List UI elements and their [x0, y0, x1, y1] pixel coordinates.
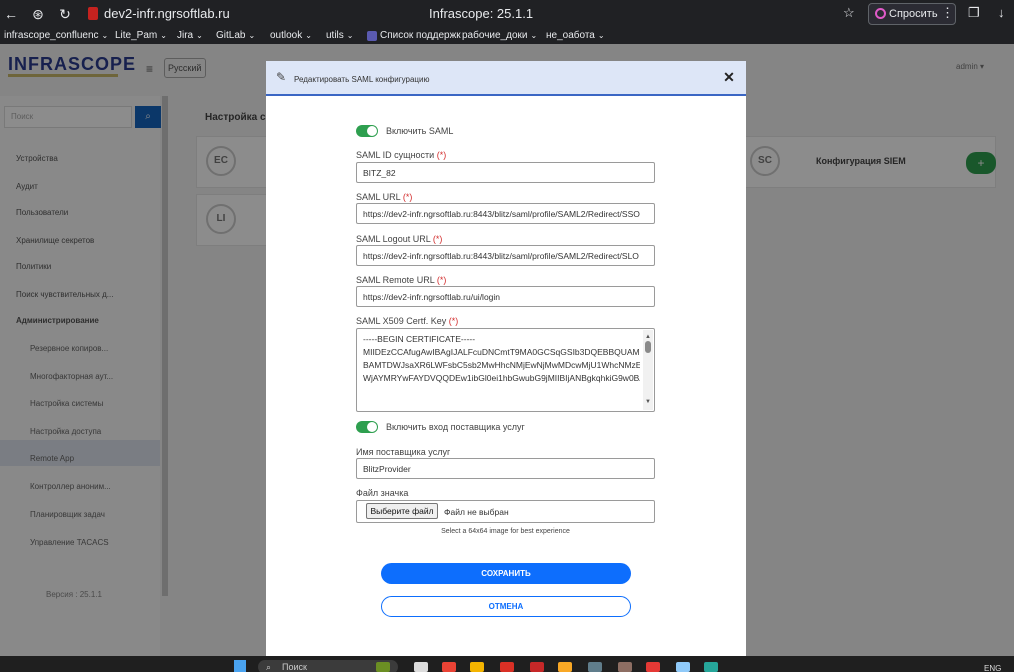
enable-saml-toggle[interactable] — [356, 125, 378, 137]
taskbar-search-label: Поиск — [282, 662, 307, 672]
cancel-button[interactable]: ОТМЕНА — [381, 596, 631, 617]
cert-line: BAMTDWJsaXR6LWFsbC5sb2MwHhcNMjEwNjMwMDcw… — [363, 360, 640, 370]
logout-url-input[interactable]: https://dev2-infr.ngrsoftlab.ru:8443/bli… — [356, 245, 655, 266]
language-indicator[interactable]: ENG — [984, 664, 1001, 672]
back-icon[interactable]: ← — [0, 4, 22, 24]
icon-file-label: Файл значка — [356, 488, 409, 498]
remote-url-input[interactable]: https://dev2-infr.ngrsoftlab.ru/ui/login — [356, 286, 655, 307]
enable-provider-label: Включить вход поставщика услуг — [386, 422, 525, 432]
taskview-icon[interactable] — [414, 662, 428, 672]
required-mark: (*) — [436, 275, 447, 285]
tabs-icon[interactable]: ❐ — [968, 5, 980, 21]
required-mark: (*) — [432, 234, 443, 244]
app-icon[interactable] — [500, 662, 514, 672]
bookmark-favicon-icon — [367, 31, 377, 41]
widgets-icon[interactable] — [376, 662, 390, 672]
enable-saml-label: Включить SAML — [386, 126, 454, 136]
assistant-icon — [875, 8, 886, 19]
bookmark-folder[interactable]: Jira ⌄ — [177, 30, 203, 41]
app-icon[interactable] — [646, 662, 660, 672]
file-status: Файл не выбран — [444, 507, 509, 517]
required-mark: (*) — [448, 316, 459, 326]
textarea-scrollbar[interactable]: ▲ ▼ — [643, 330, 653, 410]
cert-line: WjAYMRYwFAYDVQQDEw1ibGl0ei1hbGwubG9jMIIB… — [363, 373, 640, 383]
close-icon[interactable]: ✕ — [721, 69, 737, 85]
pencil-icon: ✎ — [276, 70, 287, 84]
saml-url-label: SAML URL (*) — [356, 192, 413, 202]
dialog-header: ✎ Редактировать SAML конфигурацию ✕ — [266, 61, 746, 96]
entity-id-label: SAML ID сущности (*) — [356, 150, 447, 160]
bookmark-folder[interactable]: utils ⌄ — [326, 30, 354, 41]
search-icon: ⌕ — [266, 662, 272, 672]
app-icon[interactable] — [530, 662, 544, 672]
taskbar: ⌕ Поиск ENG — [0, 656, 1014, 672]
dialog-title: Редактировать SAML конфигурацию — [294, 75, 430, 84]
saml-url-input[interactable]: https://dev2-infr.ngrsoftlab.ru:8443/bli… — [356, 203, 655, 224]
provider-name-label: Имя поставщика услуг — [356, 447, 451, 457]
app-icon[interactable] — [558, 662, 572, 672]
cert-line: -----BEGIN CERTIFICATE----- — [363, 334, 476, 344]
required-mark: (*) — [402, 192, 413, 202]
tab-title: Infrascope: 25.1.1 — [429, 6, 534, 21]
site-favicon-icon — [88, 7, 98, 20]
app-icon[interactable] — [704, 662, 718, 672]
icon-hint: Select a 64x64 image for best experience — [441, 528, 570, 535]
address-bar[interactable]: dev2-infr.ngrsoftlab.ru — [104, 6, 230, 21]
bookmark-icon[interactable]: ☆ — [843, 5, 855, 21]
choose-file-button[interactable]: Выберите файл — [366, 503, 438, 519]
enable-provider-toggle[interactable] — [356, 421, 378, 433]
save-button[interactable]: СОХРАНИТЬ — [381, 563, 631, 584]
app-icon[interactable] — [676, 662, 690, 672]
saml-config-dialog: ✎ Редактировать SAML конфигурацию ✕ Вклю… — [266, 61, 746, 656]
required-mark: (*) — [436, 150, 447, 160]
explorer-icon[interactable] — [470, 662, 484, 672]
windows-start-icon[interactable] — [234, 660, 246, 672]
provider-name-input[interactable]: BlitzProvider — [356, 458, 655, 479]
chrome-icon[interactable] — [442, 662, 456, 672]
bookmark-folder[interactable]: рабочие_доки ⌄ — [462, 30, 537, 41]
ask-button-label: Спросить — [889, 8, 938, 20]
scroll-down-icon[interactable]: ▼ — [645, 396, 651, 409]
bookmark-folder[interactable]: outlook ⌄ — [270, 30, 312, 41]
scroll-thumb[interactable] — [645, 341, 651, 353]
app-icon[interactable] — [588, 662, 602, 672]
download-icon[interactable]: ↓ — [998, 5, 1005, 20]
bookmark-folder[interactable]: не_оабота ⌄ — [546, 30, 605, 41]
logout-url-label: SAML Logout URL (*) — [356, 234, 443, 244]
toggle-knob — [367, 422, 377, 432]
bookmarks-bar: infrascope_confluenc ⌄ Lite_Pam ⌄ Jira ⌄ Gi… — [0, 28, 1014, 44]
more-icon[interactable]: ⋮ — [941, 5, 954, 21]
toggle-knob — [367, 126, 377, 136]
app-icon[interactable] — [618, 662, 632, 672]
cert-key-label: SAML X509 Certf. Key (*) — [356, 316, 459, 326]
cert-key-textarea[interactable]: -----BEGIN CERTIFICATE----- MIIDEzCCAfug… — [356, 328, 655, 412]
bookmark-folder[interactable]: GitLab ⌄ — [216, 30, 255, 41]
bookmark-link[interactable]: Список поддержк — [380, 30, 461, 41]
browser-toolbar: ← ⊛ ↻ dev2-infr.ngrsoftlab.ru Infrascope… — [0, 0, 1014, 28]
yandex-icon[interactable]: ⊛ — [27, 4, 49, 24]
entity-id-input[interactable]: BITZ_82 — [356, 162, 655, 183]
bookmark-folder[interactable]: infrascope_confluenc ⌄ — [4, 30, 108, 41]
cert-line: MIIDEzCCAfugAwIBAgIJALFcuDNCmtT9MA0GCSqG… — [363, 347, 640, 357]
remote-url-label: SAML Remote URL (*) — [356, 275, 447, 285]
bookmark-folder[interactable]: Lite_Pam ⌄ — [115, 30, 167, 41]
reload-icon[interactable]: ↻ — [54, 4, 76, 24]
